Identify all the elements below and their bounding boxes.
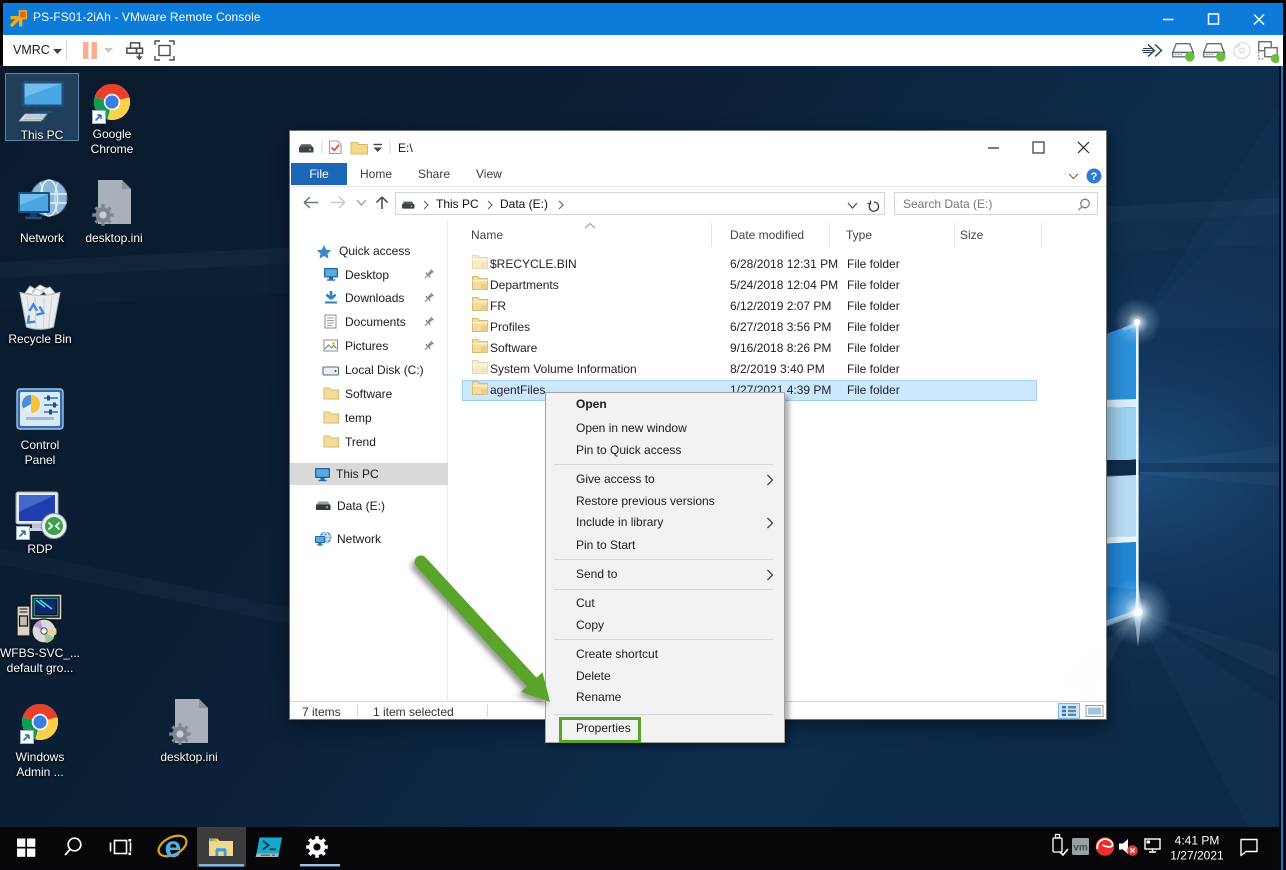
svg-text:1/27/2021: 1/27/2021	[1170, 849, 1224, 863]
svg-text:?: ?	[1091, 171, 1098, 183]
svg-text:E:\: E:\	[398, 141, 413, 155]
svg-text:vm: vm	[1073, 843, 1088, 854]
svg-text:4:41 PM: 4:41 PM	[1175, 834, 1220, 848]
svg-text:e: e	[165, 831, 182, 864]
